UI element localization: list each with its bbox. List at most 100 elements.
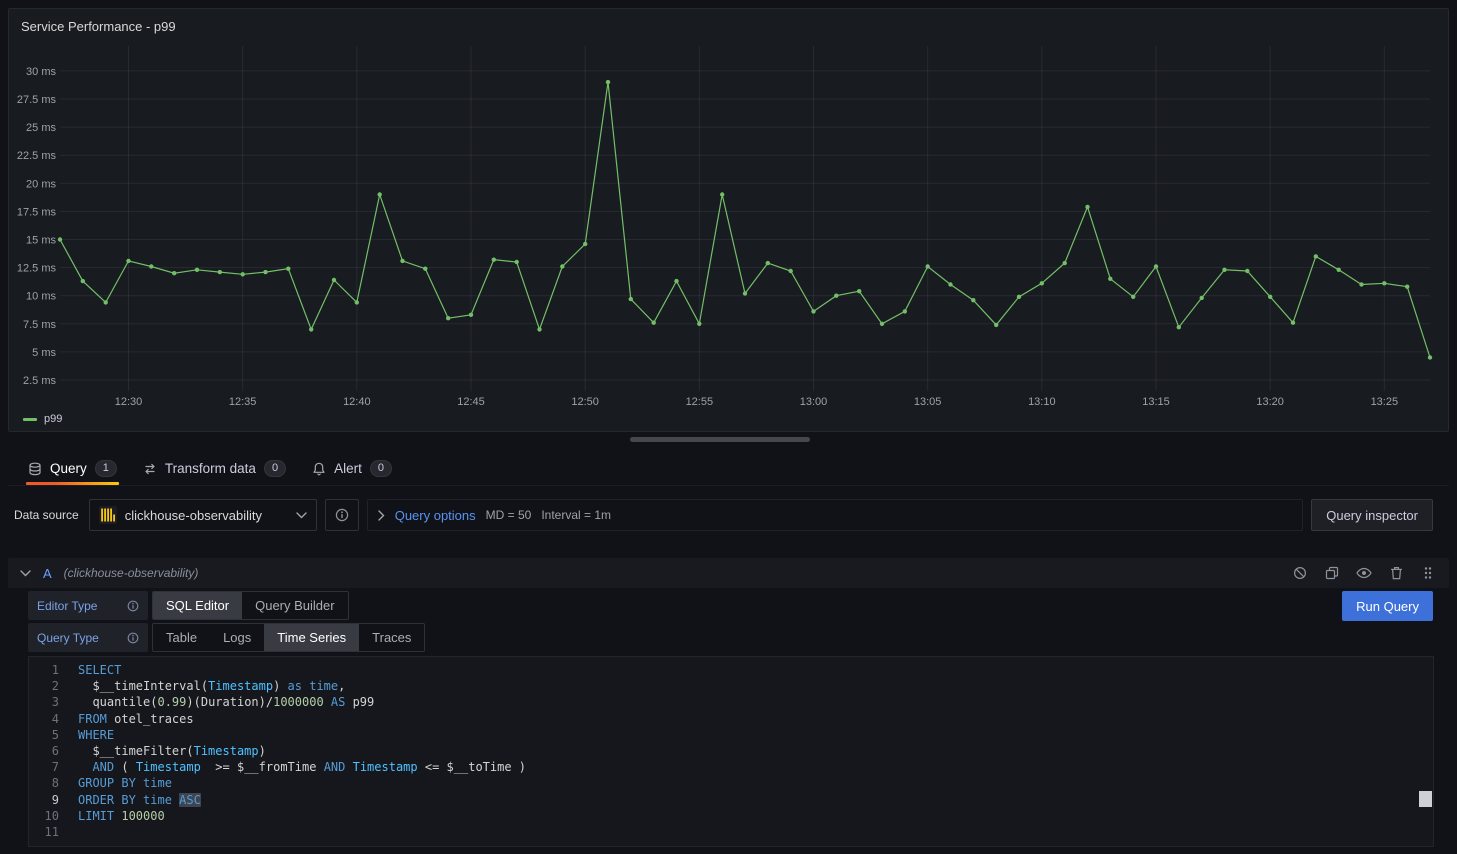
code-line-7[interactable]: 7 AND ( Timestamp >= $__fromTime AND Tim… (29, 759, 1433, 775)
x-axis-label: 13:15 (1142, 396, 1170, 408)
code-line-10[interactable]: 10LIMIT 100000 (29, 808, 1433, 824)
datasource-bar: Data source clickhouse-observability Que… (8, 499, 1449, 531)
code-line-1[interactable]: 1SELECT (29, 662, 1433, 678)
code-line-9[interactable]: 9ORDER BY time ASC (29, 792, 1433, 808)
data-point (1200, 296, 1204, 300)
data-point (1359, 282, 1363, 286)
tab-transform-data[interactable]: Transform data 0 (139, 452, 290, 485)
y-axis-label: 7.5 ms (23, 319, 57, 331)
line-number: 4 (29, 711, 59, 727)
chevron-down-icon (296, 512, 307, 519)
data-point (994, 323, 998, 327)
line-number: 1 (29, 662, 59, 678)
query-type-option-time-series[interactable]: Time Series (264, 624, 359, 651)
timeseries-panel: Service Performance - p99 12:3012:3512:4… (8, 8, 1449, 432)
y-axis-label: 17.5 ms (17, 206, 57, 218)
query-row-header[interactable]: A (clickhouse-observability) (8, 558, 1449, 588)
info-circle-icon (335, 508, 349, 522)
data-point (903, 309, 907, 313)
data-point (880, 322, 884, 326)
data-point (1314, 254, 1318, 258)
data-point (332, 278, 336, 282)
query-datasource-hint: (clickhouse-observability) (64, 566, 199, 580)
code-line-4[interactable]: 4FROM otel_traces (29, 711, 1433, 727)
editor-type-label-chip: Editor Type (28, 591, 148, 620)
data-point (172, 271, 176, 275)
query-options-link[interactable]: Query options (395, 508, 476, 523)
data-source-picker[interactable]: clickhouse-observability (89, 499, 317, 531)
data-point (400, 259, 404, 263)
tab-alert[interactable]: Alert 0 (308, 452, 396, 485)
query-type-option-table[interactable]: Table (153, 624, 210, 651)
disable-query-icon[interactable] (1291, 565, 1309, 581)
info-circle-icon[interactable] (127, 632, 139, 644)
line-number: 9 (29, 792, 59, 808)
editor-type-option-query-builder[interactable]: Query Builder (242, 592, 347, 619)
code-line-11[interactable]: 11 (29, 824, 1433, 840)
timeseries-chart[interactable]: 12:3012:3512:4012:4512:5012:5513:0013:05… (9, 43, 1448, 415)
duplicate-query-icon[interactable] (1323, 565, 1341, 581)
y-axis-label: 10 ms (26, 291, 56, 303)
data-source-label: Data source (14, 508, 79, 522)
y-axis-label: 12.5 ms (17, 263, 57, 275)
data-point (1085, 205, 1089, 209)
code-line-6[interactable]: 6 $__timeFilter(Timestamp) (29, 743, 1433, 759)
data-point (926, 264, 930, 268)
data-point (1268, 295, 1272, 299)
query-inspector-button[interactable]: Query inspector (1311, 499, 1433, 531)
transform-icon (143, 462, 157, 476)
run-query-button[interactable]: Run Query (1342, 591, 1433, 621)
delete-query-icon[interactable] (1387, 565, 1405, 581)
data-point (126, 259, 130, 263)
x-axis-label: 13:20 (1256, 396, 1284, 408)
data-point (81, 279, 85, 283)
sql-editor-lines: 1SELECT2 $__timeInterval(Timestamp) as t… (29, 662, 1433, 840)
horizontal-scrollbar-thumb[interactable] (630, 437, 810, 442)
collapse-chevron-icon[interactable] (20, 570, 31, 577)
y-axis-label: 20 ms (26, 178, 56, 190)
data-point (286, 267, 290, 271)
data-point (1017, 295, 1021, 299)
datasource-help-button[interactable] (325, 499, 359, 531)
code-line-2[interactable]: 2 $__timeInterval(Timestamp) as time, (29, 678, 1433, 694)
x-axis-label: 12:35 (229, 396, 257, 408)
query-options-section[interactable]: Query options MD = 50 Interval = 1m (367, 499, 1304, 531)
tab-alert-label: Alert (334, 461, 362, 476)
query-type-option-logs[interactable]: Logs (210, 624, 264, 651)
code-line-3[interactable]: 3 quantile(0.99)(Duration)/1000000 AS p9… (29, 694, 1433, 710)
data-point (492, 258, 496, 262)
data-point (1382, 281, 1386, 285)
line-number: 6 (29, 743, 59, 759)
data-point (537, 327, 541, 331)
bell-icon (312, 462, 326, 476)
data-point (971, 298, 975, 302)
editor-type-button-group: SQL EditorQuery Builder (152, 591, 349, 620)
legend-series-swatch (23, 418, 37, 421)
info-circle-icon[interactable] (127, 600, 139, 612)
drag-handle-icon[interactable] (1419, 565, 1437, 581)
x-axis-label: 13:10 (1028, 396, 1056, 408)
y-axis-label: 2.5 ms (23, 375, 57, 387)
code-line-5[interactable]: 5WHERE (29, 727, 1433, 743)
line-number: 5 (29, 727, 59, 743)
clickhouse-logo-icon (99, 506, 117, 524)
data-point (743, 291, 747, 295)
legend-series-label[interactable]: p99 (44, 413, 62, 425)
tab-query[interactable]: Query 1 (24, 452, 121, 485)
query-type-option-traces[interactable]: Traces (359, 624, 424, 651)
query-ref-id[interactable]: A (43, 566, 52, 581)
data-point (195, 268, 199, 272)
p99-series-line (60, 82, 1430, 357)
tab-query-count-badge: 1 (95, 460, 117, 477)
data-point (104, 300, 108, 304)
data-point (241, 272, 245, 276)
code-line-8[interactable]: 8GROUP BY time (29, 775, 1433, 791)
y-axis-label: 22.5 ms (17, 150, 57, 162)
panel-title[interactable]: Service Performance - p99 (9, 9, 1448, 43)
editor-type-option-sql-editor[interactable]: SQL Editor (153, 592, 242, 619)
sql-editor[interactable]: 1SELECT2 $__timeInterval(Timestamp) as t… (28, 656, 1434, 847)
data-point (789, 269, 793, 273)
y-axis-label: 25 ms (26, 122, 56, 134)
hide-response-icon[interactable] (1355, 565, 1373, 581)
data-point (1428, 355, 1432, 359)
